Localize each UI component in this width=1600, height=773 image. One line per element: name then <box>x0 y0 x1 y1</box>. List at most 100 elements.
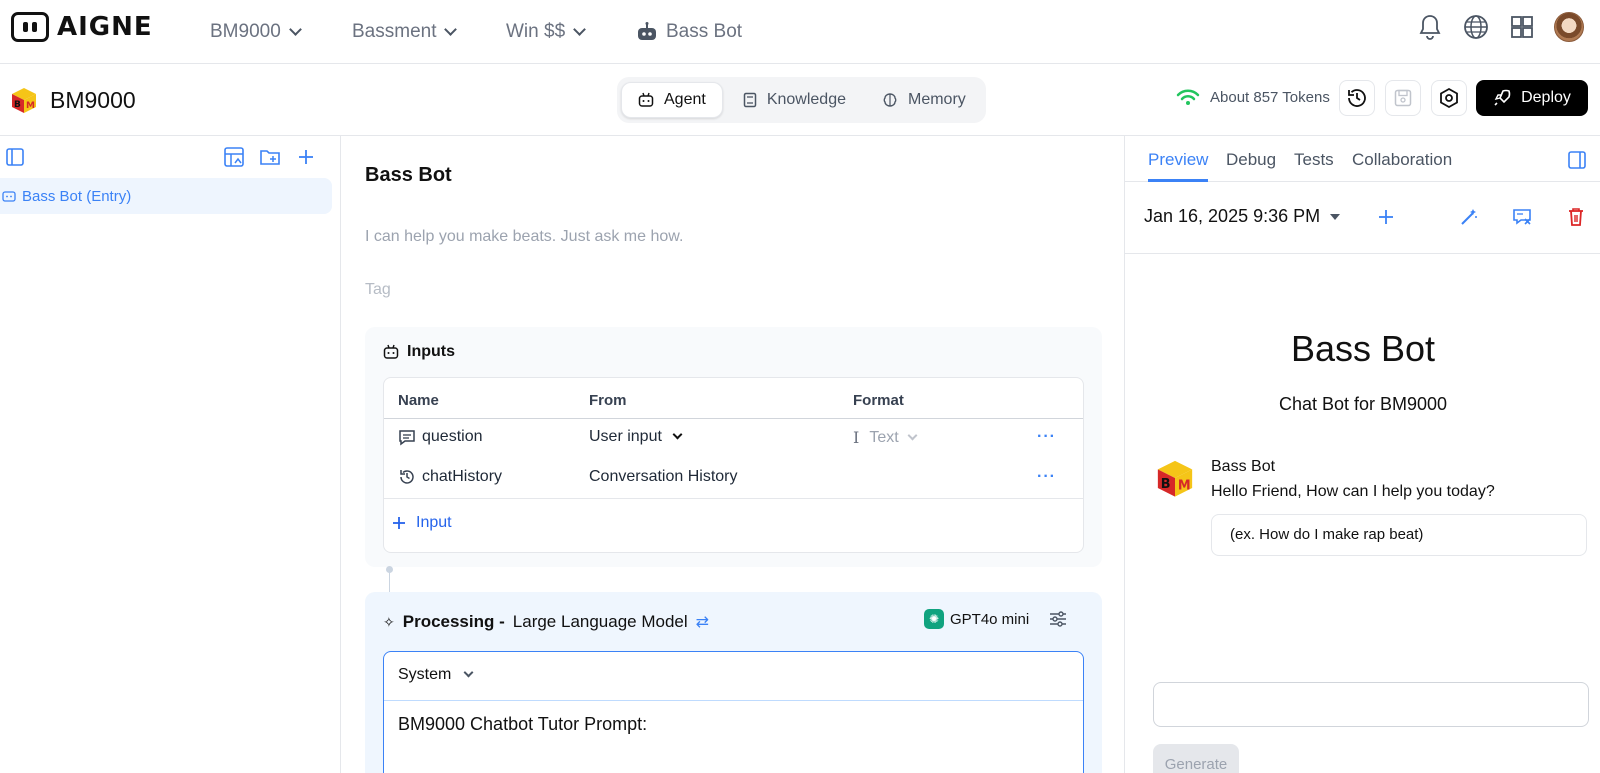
brand-name: AIGNE <box>57 12 153 42</box>
system-prompt-editor[interactable]: System BM9000 Chatbot Tutor Prompt: <box>383 651 1084 773</box>
input-format-select[interactable]: I Text <box>853 428 918 447</box>
nav-branch-label: Win $$ <box>506 21 566 42</box>
delete-session-icon[interactable] <box>1565 206 1587 228</box>
new-folder-icon[interactable] <box>259 146 281 168</box>
nav-folder-dropdown[interactable]: Bassment <box>352 16 458 48</box>
rocket-icon <box>1494 89 1511 106</box>
agent-editor: Bass Bot I can help you make beats. Just… <box>342 136 1124 773</box>
collapse-panel-icon[interactable] <box>1567 150 1587 170</box>
robot-icon <box>638 22 656 40</box>
tree-item-entry-agent[interactable]: Bass Bot (Entry) <box>0 178 332 214</box>
agent-description-field[interactable]: I can help you make beats. Just ask me h… <box>365 228 683 246</box>
session-selector[interactable]: Jan 16, 2025 9:36 PM <box>1144 206 1341 227</box>
chevron-down-icon <box>444 23 458 36</box>
agent-tag-field[interactable]: Tag <box>365 281 391 299</box>
new-session-icon[interactable] <box>1375 206 1397 228</box>
prompt-text[interactable]: BM9000 Chatbot Tutor Prompt: <box>398 714 647 735</box>
input-from-label: User input <box>589 428 662 445</box>
processing-type[interactable]: Large Language Model <box>513 612 688 632</box>
sparkle-icon: ✧ <box>383 613 395 630</box>
top-navigation-bar: AIGNE BM9000 Bassment Win $$ Bass Bot <box>0 0 1600 64</box>
row-divider <box>384 498 1083 499</box>
settings-button[interactable] <box>1431 80 1467 116</box>
project-header: B M BM9000 <box>10 86 136 114</box>
clear-chat-icon[interactable] <box>1511 206 1533 228</box>
bell-icon[interactable] <box>1416 13 1444 41</box>
row-more-icon[interactable]: ··· <box>1037 468 1056 486</box>
tab-memory-label: Memory <box>907 91 966 108</box>
tab-memory[interactable]: Memory <box>866 82 982 118</box>
globe-icon[interactable] <box>1462 13 1490 41</box>
apps-grid-icon[interactable] <box>1508 13 1536 41</box>
model-selector[interactable]: ✺ GPT4o mini <box>924 609 1067 629</box>
svg-text:B: B <box>1161 477 1171 492</box>
input-from-label: Conversation History <box>589 468 738 485</box>
tab-agent-label: Agent <box>664 91 706 108</box>
save-icon <box>1394 89 1412 107</box>
suggested-question[interactable]: (ex. How do I make rap beat) <box>1211 514 1587 556</box>
chevron-down-icon <box>288 23 302 36</box>
tab-preview[interactable]: Preview <box>1148 150 1208 170</box>
session-date-label: Jan 16, 2025 9:36 PM <box>1144 206 1321 226</box>
column-header-format: Format <box>853 392 904 409</box>
tab-knowledge-label: Knowledge <box>766 91 846 108</box>
openai-icon: ✺ <box>924 609 944 629</box>
input-format-label: Text <box>869 428 899 446</box>
caret-down-icon <box>1330 213 1341 220</box>
input-from-value: Conversation History <box>589 468 738 486</box>
history-icon <box>1348 89 1366 107</box>
table-row-name-cell[interactable]: chatHistory <box>398 468 502 486</box>
user-avatar[interactable] <box>1554 12 1584 42</box>
input-from-select[interactable]: User input <box>589 428 683 446</box>
table-row-name-cell[interactable]: question <box>398 428 483 446</box>
tab-collaboration[interactable]: Collaboration <box>1352 150 1452 170</box>
magic-wand-icon[interactable] <box>1458 206 1480 228</box>
chevron-down-icon <box>672 429 683 440</box>
swap-icon[interactable]: ⇄ <box>696 612 709 632</box>
add-input-button[interactable]: Input <box>392 514 452 532</box>
nav-folder-label: Bassment <box>352 21 437 42</box>
role-label: System <box>398 666 452 683</box>
import-table-icon[interactable] <box>223 146 245 168</box>
inputs-table: Name From Format question User input I T… <box>383 377 1084 553</box>
tab-agent[interactable]: Agent <box>621 82 723 118</box>
chevron-down-icon <box>463 667 474 678</box>
robot-icon <box>383 344 399 359</box>
chevron-down-icon <box>573 23 587 36</box>
text-cursor-icon: I <box>853 428 860 447</box>
nav-project-dropdown[interactable]: BM9000 <box>210 16 302 48</box>
prompt-divider <box>384 700 1083 701</box>
tab-knowledge[interactable]: Knowledge <box>727 82 862 118</box>
mode-tab-group: Agent Knowledge Memory <box>617 77 986 123</box>
role-selector[interactable]: System <box>398 666 474 684</box>
save-button[interactable] <box>1385 80 1421 116</box>
agent-name-field[interactable]: Bass Bot <box>365 164 452 187</box>
generate-button[interactable]: Generate <box>1153 744 1239 773</box>
input-name-label: question <box>422 428 483 445</box>
nav-project-label: BM9000 <box>210 21 281 42</box>
history-button[interactable] <box>1339 80 1375 116</box>
toggle-sidebar-icon[interactable] <box>4 146 26 168</box>
processing-card: ✧ Processing - Large Language Model ⇄ ✺ … <box>365 592 1102 773</box>
message-sender: Bass Bot <box>1211 458 1276 475</box>
svg-text:B: B <box>14 100 21 110</box>
chat-input[interactable] <box>1153 682 1589 727</box>
brain-icon <box>883 93 897 107</box>
add-agent-icon[interactable] <box>295 146 317 168</box>
deploy-button[interactable]: Deploy <box>1476 80 1588 116</box>
token-counter: About 857 Tokens <box>1176 88 1330 106</box>
nav-agent-link[interactable]: Bass Bot <box>636 16 742 48</box>
sliders-icon[interactable] <box>1049 611 1067 627</box>
svg-text:M: M <box>26 101 35 111</box>
session-bar: Jan 16, 2025 9:36 PM <box>1125 182 1600 254</box>
input-name-label: chatHistory <box>422 468 503 485</box>
tab-debug[interactable]: Debug <box>1226 150 1276 170</box>
aigne-logo-icon <box>11 12 49 42</box>
aigne-logo[interactable]: AIGNE <box>11 12 153 42</box>
preview-panel: Preview Debug Tests Collaboration Jan 16… <box>1124 136 1600 773</box>
book-icon <box>743 92 757 108</box>
nav-branch-dropdown[interactable]: Win $$ <box>506 16 587 48</box>
chat-bubble-icon <box>399 430 415 446</box>
row-more-icon[interactable]: ··· <box>1037 428 1056 446</box>
tab-tests[interactable]: Tests <box>1294 150 1334 170</box>
